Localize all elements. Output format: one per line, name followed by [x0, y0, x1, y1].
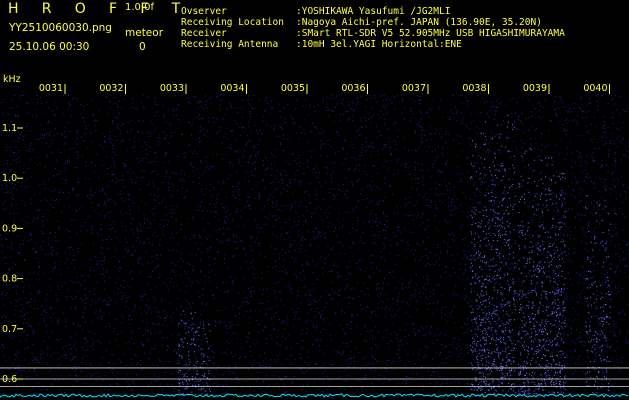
x-tick-label: 0038: [462, 83, 486, 94]
x-tick-label: 0036: [341, 83, 365, 94]
noise-speckle: [0, 94, 629, 399]
x-tick-label: 0040: [583, 83, 607, 94]
x-tick-label: 0033: [160, 83, 184, 94]
x-tick-label: 0031: [39, 83, 63, 94]
signal-band-3: [585, 189, 611, 394]
signal-band-4: [178, 310, 211, 395]
x-tick-label: 0039: [523, 83, 547, 94]
x-tick-label: 0035: [281, 83, 305, 94]
reference-lines: [0, 367, 629, 387]
x-tick-label: 0032: [99, 83, 123, 94]
y-tick-label: 0.9: [2, 223, 17, 234]
x-axis-ticks: 0031 0032 0033 0034 0035 0036 0037 0038 0039 0040: [39, 83, 610, 94]
y-tick-label: 1.0: [2, 173, 17, 184]
y-tick-label: 0.7: [2, 324, 17, 335]
signal-band-1: [470, 115, 516, 394]
signal-band-2: [518, 147, 566, 395]
hrofft-window: H R O F F T 1.0.0f YY2510060030.png mete…: [0, 0, 629, 400]
spectrogram: 0031 0032 0033 0034 0035 0036 0037 0038 0039 0040…: [0, 83, 629, 399]
spectrogram-noise: [0, 94, 629, 399]
y-axis-ticks: 1.1 1.0 0.9 0.8 0.7 0.6: [2, 123, 23, 385]
x-tick-label: 0034: [220, 83, 244, 94]
y-tick-label: 0.6: [2, 374, 17, 385]
x-tick-label: 0037: [402, 83, 426, 94]
y-tick-label: 1.1: [2, 123, 17, 134]
y-tick-label: 0.8: [2, 274, 17, 285]
